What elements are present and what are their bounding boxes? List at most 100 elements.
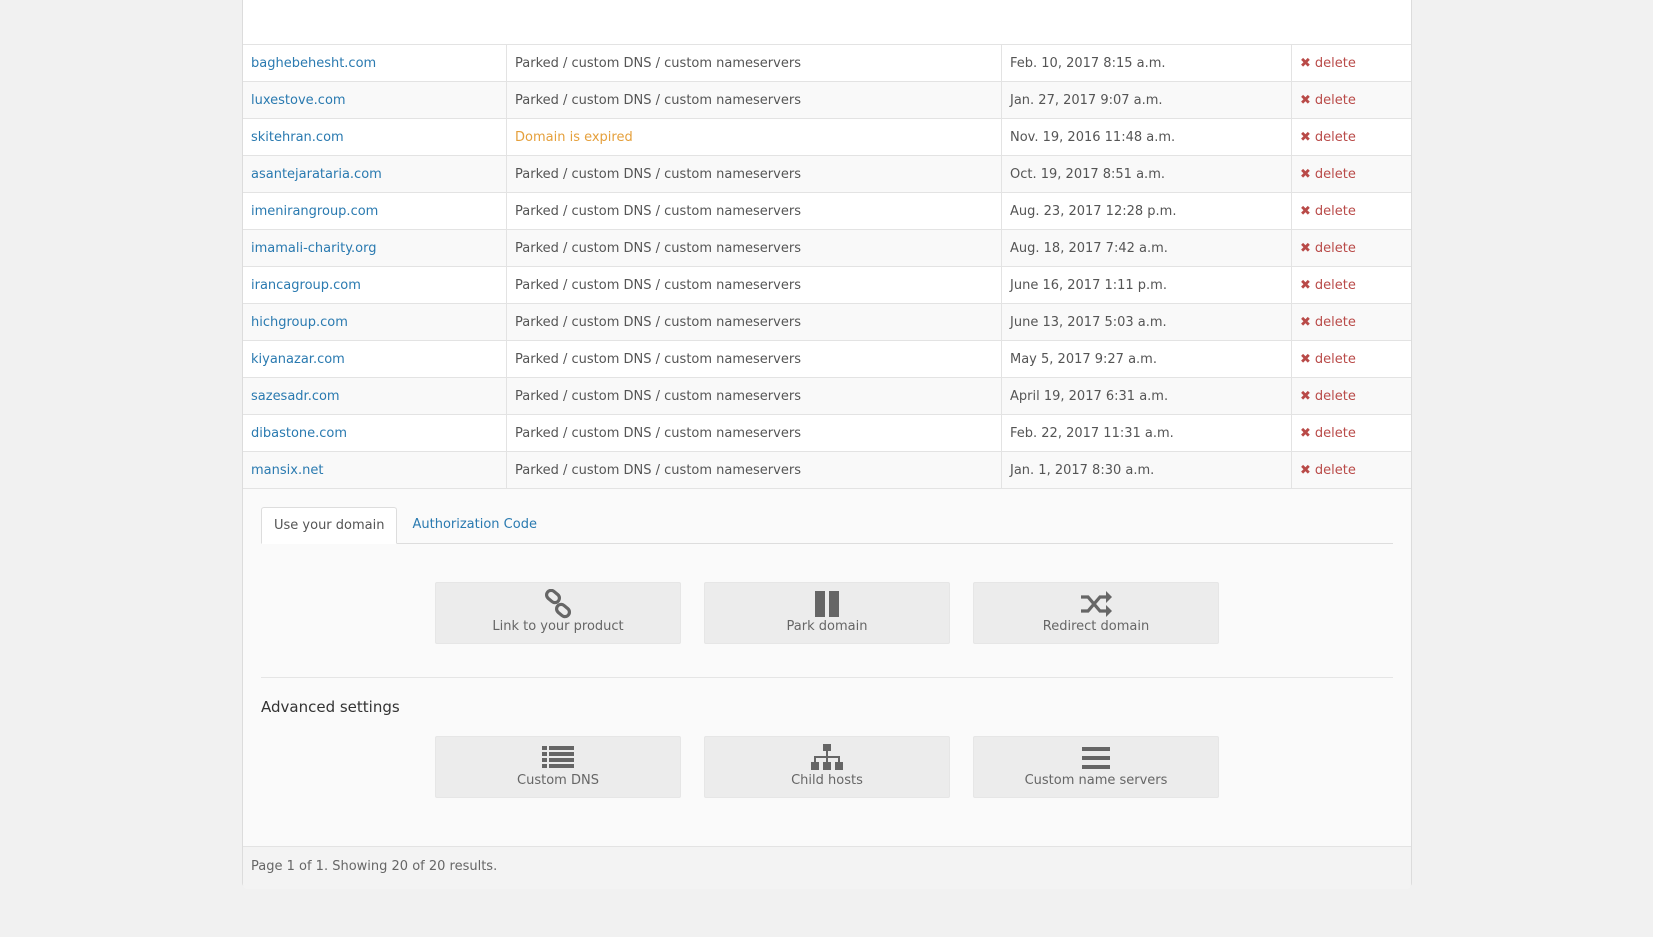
delete-x-icon: ✖ [1300,425,1311,441]
advanced-settings-title: Advanced settings [261,698,400,716]
domain-link[interactable]: imamali-charity.org [251,241,377,256]
date-cell: Jan. 27, 2017 9:07 a.m. [1001,81,1292,119]
action-cell: ✖ delete [1291,155,1411,193]
date-cell: April 19, 2017 6:31 a.m. [1001,377,1292,415]
park-domain-button[interactable]: Park domain [704,582,950,644]
date-cell: June 13, 2017 5:03 a.m. [1001,303,1292,341]
table-row: baghebehesht.com Parked / custom DNS / cu… [243,45,1411,82]
action-cell: ✖ delete [1291,192,1411,230]
delete-link[interactable]: ✖ delete [1300,130,1356,145]
status-cell: Parked / custom DNS / custom nameservers [506,45,1002,82]
action-cell: ✖ delete [1291,81,1411,119]
delete-x-icon: ✖ [1300,129,1311,145]
domain-link[interactable]: mansix.net [251,463,323,478]
domains-panel: baghebehesht.com Parked / custom DNS / cu… [242,0,1412,889]
domain-link[interactable]: asantejarataria.com [251,167,382,182]
delete-label: delete [1314,351,1356,367]
date-cell: Aug. 23, 2017 12:28 p.m. [1001,192,1292,230]
delete-label: delete [1314,388,1356,404]
pagination-footer: Page 1 of 1. Showing 20 of 20 results. [243,847,1411,889]
status-cell: Domain is expired [506,118,1002,156]
date-cell: Nov. 19, 2016 11:48 a.m. [1001,118,1292,156]
domain-link[interactable]: irancagroup.com [251,278,361,293]
date-cell: Feb. 22, 2017 11:31 a.m. [1001,414,1292,452]
domain-cell: imenirangroup.com [243,192,507,230]
delete-link[interactable]: ✖ delete [1300,93,1356,108]
domain-link[interactable]: luxestove.com [251,93,346,108]
domain-status: Parked / custom DNS / custom nameservers [515,55,801,71]
domain-status: Parked / custom DNS / custom nameservers [515,92,801,108]
child-hosts-button[interactable]: Child hosts [704,736,950,798]
delete-label: delete [1314,277,1356,293]
advanced-actions-row: Custom DNS Child hosts Custom name serve… [435,736,1393,798]
delete-label: delete [1314,240,1356,256]
sitemap-icon [810,743,844,773]
delete-link[interactable]: ✖ delete [1300,167,1356,182]
domain-link[interactable]: skitehran.com [251,130,344,145]
date-cell: Oct. 19, 2017 8:51 a.m. [1001,155,1292,193]
status-cell: Parked / custom DNS / custom nameservers [506,303,1002,341]
delete-link[interactable]: ✖ delete [1300,278,1356,293]
pause-icon [812,589,842,619]
delete-link[interactable]: ✖ delete [1300,241,1356,256]
delete-link[interactable]: ✖ delete [1300,315,1356,330]
delete-link[interactable]: ✖ delete [1300,204,1356,219]
domain-link[interactable]: hichgroup.com [251,315,348,330]
date-cell: Aug. 18, 2017 7:42 a.m. [1001,229,1292,267]
domain-actions-row: Link to your product Park domain Redirec… [435,582,1393,644]
delete-link[interactable]: ✖ delete [1300,463,1356,478]
delete-link[interactable]: ✖ delete [1300,426,1356,441]
delete-label: delete [1314,92,1356,108]
chain-link-icon [543,589,573,619]
domain-link[interactable]: imenirangroup.com [251,204,378,219]
delete-link[interactable]: ✖ delete [1300,56,1356,71]
table-row: irancagroup.com Parked / custom DNS / cus… [243,266,1411,304]
delete-x-icon: ✖ [1300,92,1311,108]
delete-link[interactable]: ✖ delete [1300,389,1356,404]
link-to-product-button[interactable]: Link to your product [435,582,681,644]
status-cell: Parked / custom DNS / custom nameservers [506,451,1002,489]
tab-use-your-domain[interactable]: Use your domain [261,507,398,544]
domain-link[interactable]: sazesadr.com [251,389,340,404]
delete-label: delete [1314,166,1356,182]
action-cell: ✖ delete [1291,377,1411,415]
domain-cell: hichgroup.com [243,303,507,341]
domain-link[interactable]: baghebehesht.com [251,56,376,71]
domain-link[interactable]: kiyanazar.com [251,352,345,367]
expired-status: Domain is expired [515,129,633,145]
domain-cell: imamali-charity.org [243,229,507,267]
domain-link[interactable]: dibastone.com [251,426,347,441]
domains-table: baghebehesht.com Parked / custom DNS / cu… [243,45,1411,489]
table-row: mansix.net Parked / custom DNS / custom n… [243,451,1411,489]
delete-x-icon: ✖ [1300,462,1311,478]
table-row: hichgroup.com Parked / custom DNS / custo… [243,303,1411,341]
custom-dns-button[interactable]: Custom DNS [435,736,681,798]
table-header-spacer [243,0,1411,45]
delete-link[interactable]: ✖ delete [1300,352,1356,367]
status-cell: Parked / custom DNS / custom nameservers [506,340,1002,378]
status-cell: Parked / custom DNS / custom nameservers [506,229,1002,267]
redirect-domain-button[interactable]: Redirect domain [973,582,1219,644]
custom-dns-label: Custom DNS [517,773,599,788]
action-cell: ✖ delete [1291,229,1411,267]
domain-status: Parked / custom DNS / custom nameservers [515,240,801,256]
park-domain-label: Park domain [786,619,868,634]
domain-cell: sazesadr.com [243,377,507,415]
action-cell: ✖ delete [1291,451,1411,489]
tab-authorization-code[interactable]: Authorization Code [400,507,548,543]
status-cell: Parked / custom DNS / custom nameservers [506,266,1002,304]
action-cell: ✖ delete [1291,340,1411,378]
table-row: sazesadr.com Parked / custom DNS / custom… [243,377,1411,415]
redirect-domain-label: Redirect domain [1042,619,1150,634]
status-cell: Parked / custom DNS / custom nameservers [506,414,1002,452]
domain-status: Parked / custom DNS / custom nameservers [515,314,801,330]
domain-cell: asantejarataria.com [243,155,507,193]
delete-label: delete [1314,129,1356,145]
status-cell: Parked / custom DNS / custom nameservers [506,192,1002,230]
status-cell: Parked / custom DNS / custom nameservers [506,81,1002,119]
custom-name-servers-button[interactable]: Custom name servers [973,736,1219,798]
child-hosts-label: Child hosts [791,773,863,788]
list-icon [541,743,575,773]
table-row: luxestove.com Parked / custom DNS / custo… [243,81,1411,119]
menu-bars-icon [1081,743,1111,773]
